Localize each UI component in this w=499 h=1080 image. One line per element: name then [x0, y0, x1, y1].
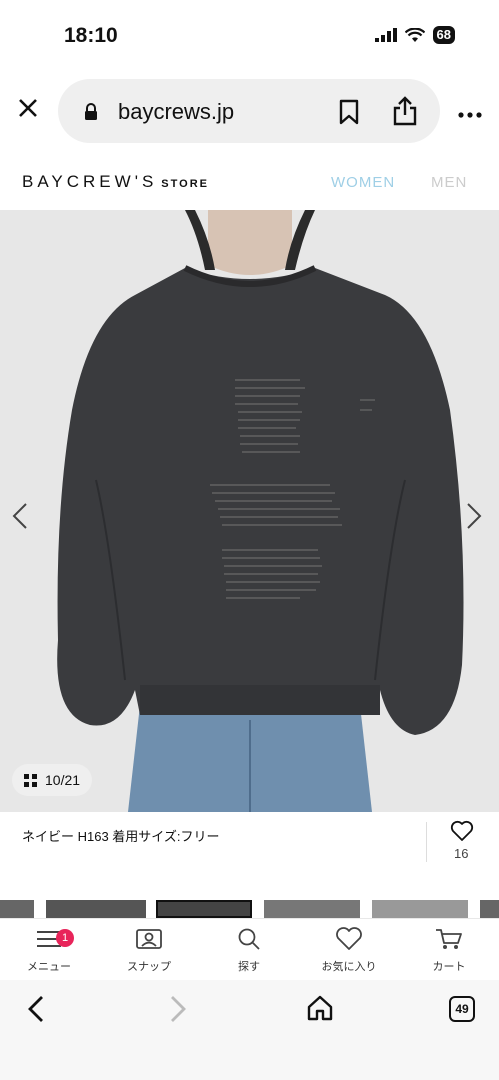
browser-toolbar: 49: [0, 980, 499, 1080]
nav-menu-label: メニュー: [27, 961, 71, 973]
lock-icon: [85, 103, 97, 120]
thumbnail[interactable]: [0, 900, 34, 918]
chevron-left-icon: [12, 503, 27, 529]
site-logo[interactable]: BAYCREW'S STORE: [22, 172, 209, 192]
product-image-gallery[interactable]: 10/21: [0, 210, 499, 812]
wifi-icon: [404, 27, 425, 42]
product-photo: [0, 210, 499, 812]
site-header: BAYCREW'S STORE WOMEN MEN: [0, 160, 499, 210]
divider: [426, 822, 427, 862]
image-caption: ネイビー H163 着用サイズ:フリー: [22, 829, 220, 844]
more-icon: [458, 112, 482, 118]
close-icon: [19, 99, 37, 117]
battery-indicator: 68: [432, 26, 455, 44]
status-icons: 68: [374, 26, 455, 44]
grid-icon: [24, 773, 37, 787]
thumbnail[interactable]: [264, 900, 360, 918]
nav-search[interactable]: 探す: [204, 927, 294, 974]
close-button[interactable]: [14, 96, 42, 124]
status-bar: 18:10 68: [0, 0, 499, 70]
signal-icon: [374, 28, 397, 42]
bookmark-icon[interactable]: [338, 99, 360, 125]
cart-icon: [436, 929, 462, 949]
heart-icon: [336, 927, 362, 950]
url-text: baycrews.jp: [118, 99, 235, 124]
nav-favorites[interactable]: お気に入り: [304, 927, 394, 974]
thumbnail[interactable]: [46, 900, 146, 918]
tabs-button[interactable]: 49: [449, 996, 475, 1022]
back-icon[interactable]: [24, 994, 48, 1024]
nav-favorites-label: お気に入り: [321, 961, 377, 973]
forward-icon[interactable]: [166, 994, 190, 1024]
home-icon[interactable]: [306, 994, 334, 1022]
nav-snap-label: スナップ: [127, 961, 171, 973]
thumbnail[interactable]: [480, 900, 499, 918]
product-caption-row: ネイビー H163 着用サイズ:フリー 16: [0, 812, 499, 892]
nav-snap[interactable]: スナップ: [104, 927, 194, 974]
status-time: 18:10: [64, 24, 118, 47]
nav-cart[interactable]: カート: [404, 927, 494, 974]
tab-count: 49: [455, 1002, 469, 1016]
logo-text: BAYCREW'S: [22, 172, 158, 191]
gallery-counter-text: 10/21: [45, 772, 81, 788]
thumbnail[interactable]: [372, 900, 468, 918]
snap-icon: [136, 929, 162, 949]
address-bar[interactable]: baycrews.jp: [58, 79, 440, 143]
browser-url-row: baycrews.jp: [0, 76, 499, 146]
nav-women-link[interactable]: WOMEN: [331, 174, 395, 191]
share-icon[interactable]: [392, 96, 418, 126]
notification-badge: 1: [56, 929, 74, 947]
thumbnail-active[interactable]: [156, 900, 252, 918]
nav-cart-label: カート: [432, 961, 466, 973]
nav-men-link[interactable]: MEN: [431, 174, 467, 191]
thumbnail-strip: [0, 900, 499, 918]
chevron-right-icon: [467, 503, 482, 529]
nav-menu[interactable]: 1 メニュー: [4, 927, 94, 974]
gallery-counter[interactable]: 10/21: [12, 764, 93, 796]
search-icon: [238, 928, 260, 950]
like-heart-icon[interactable]: [450, 820, 474, 842]
like-count: 16: [454, 846, 469, 861]
more-options-button[interactable]: [458, 98, 482, 124]
nav-search-label: 探す: [238, 961, 260, 973]
logo-store-text: STORE: [161, 178, 209, 190]
bottom-navigation: 1 メニュー スナップ 探す お気に入り カート: [0, 918, 499, 981]
